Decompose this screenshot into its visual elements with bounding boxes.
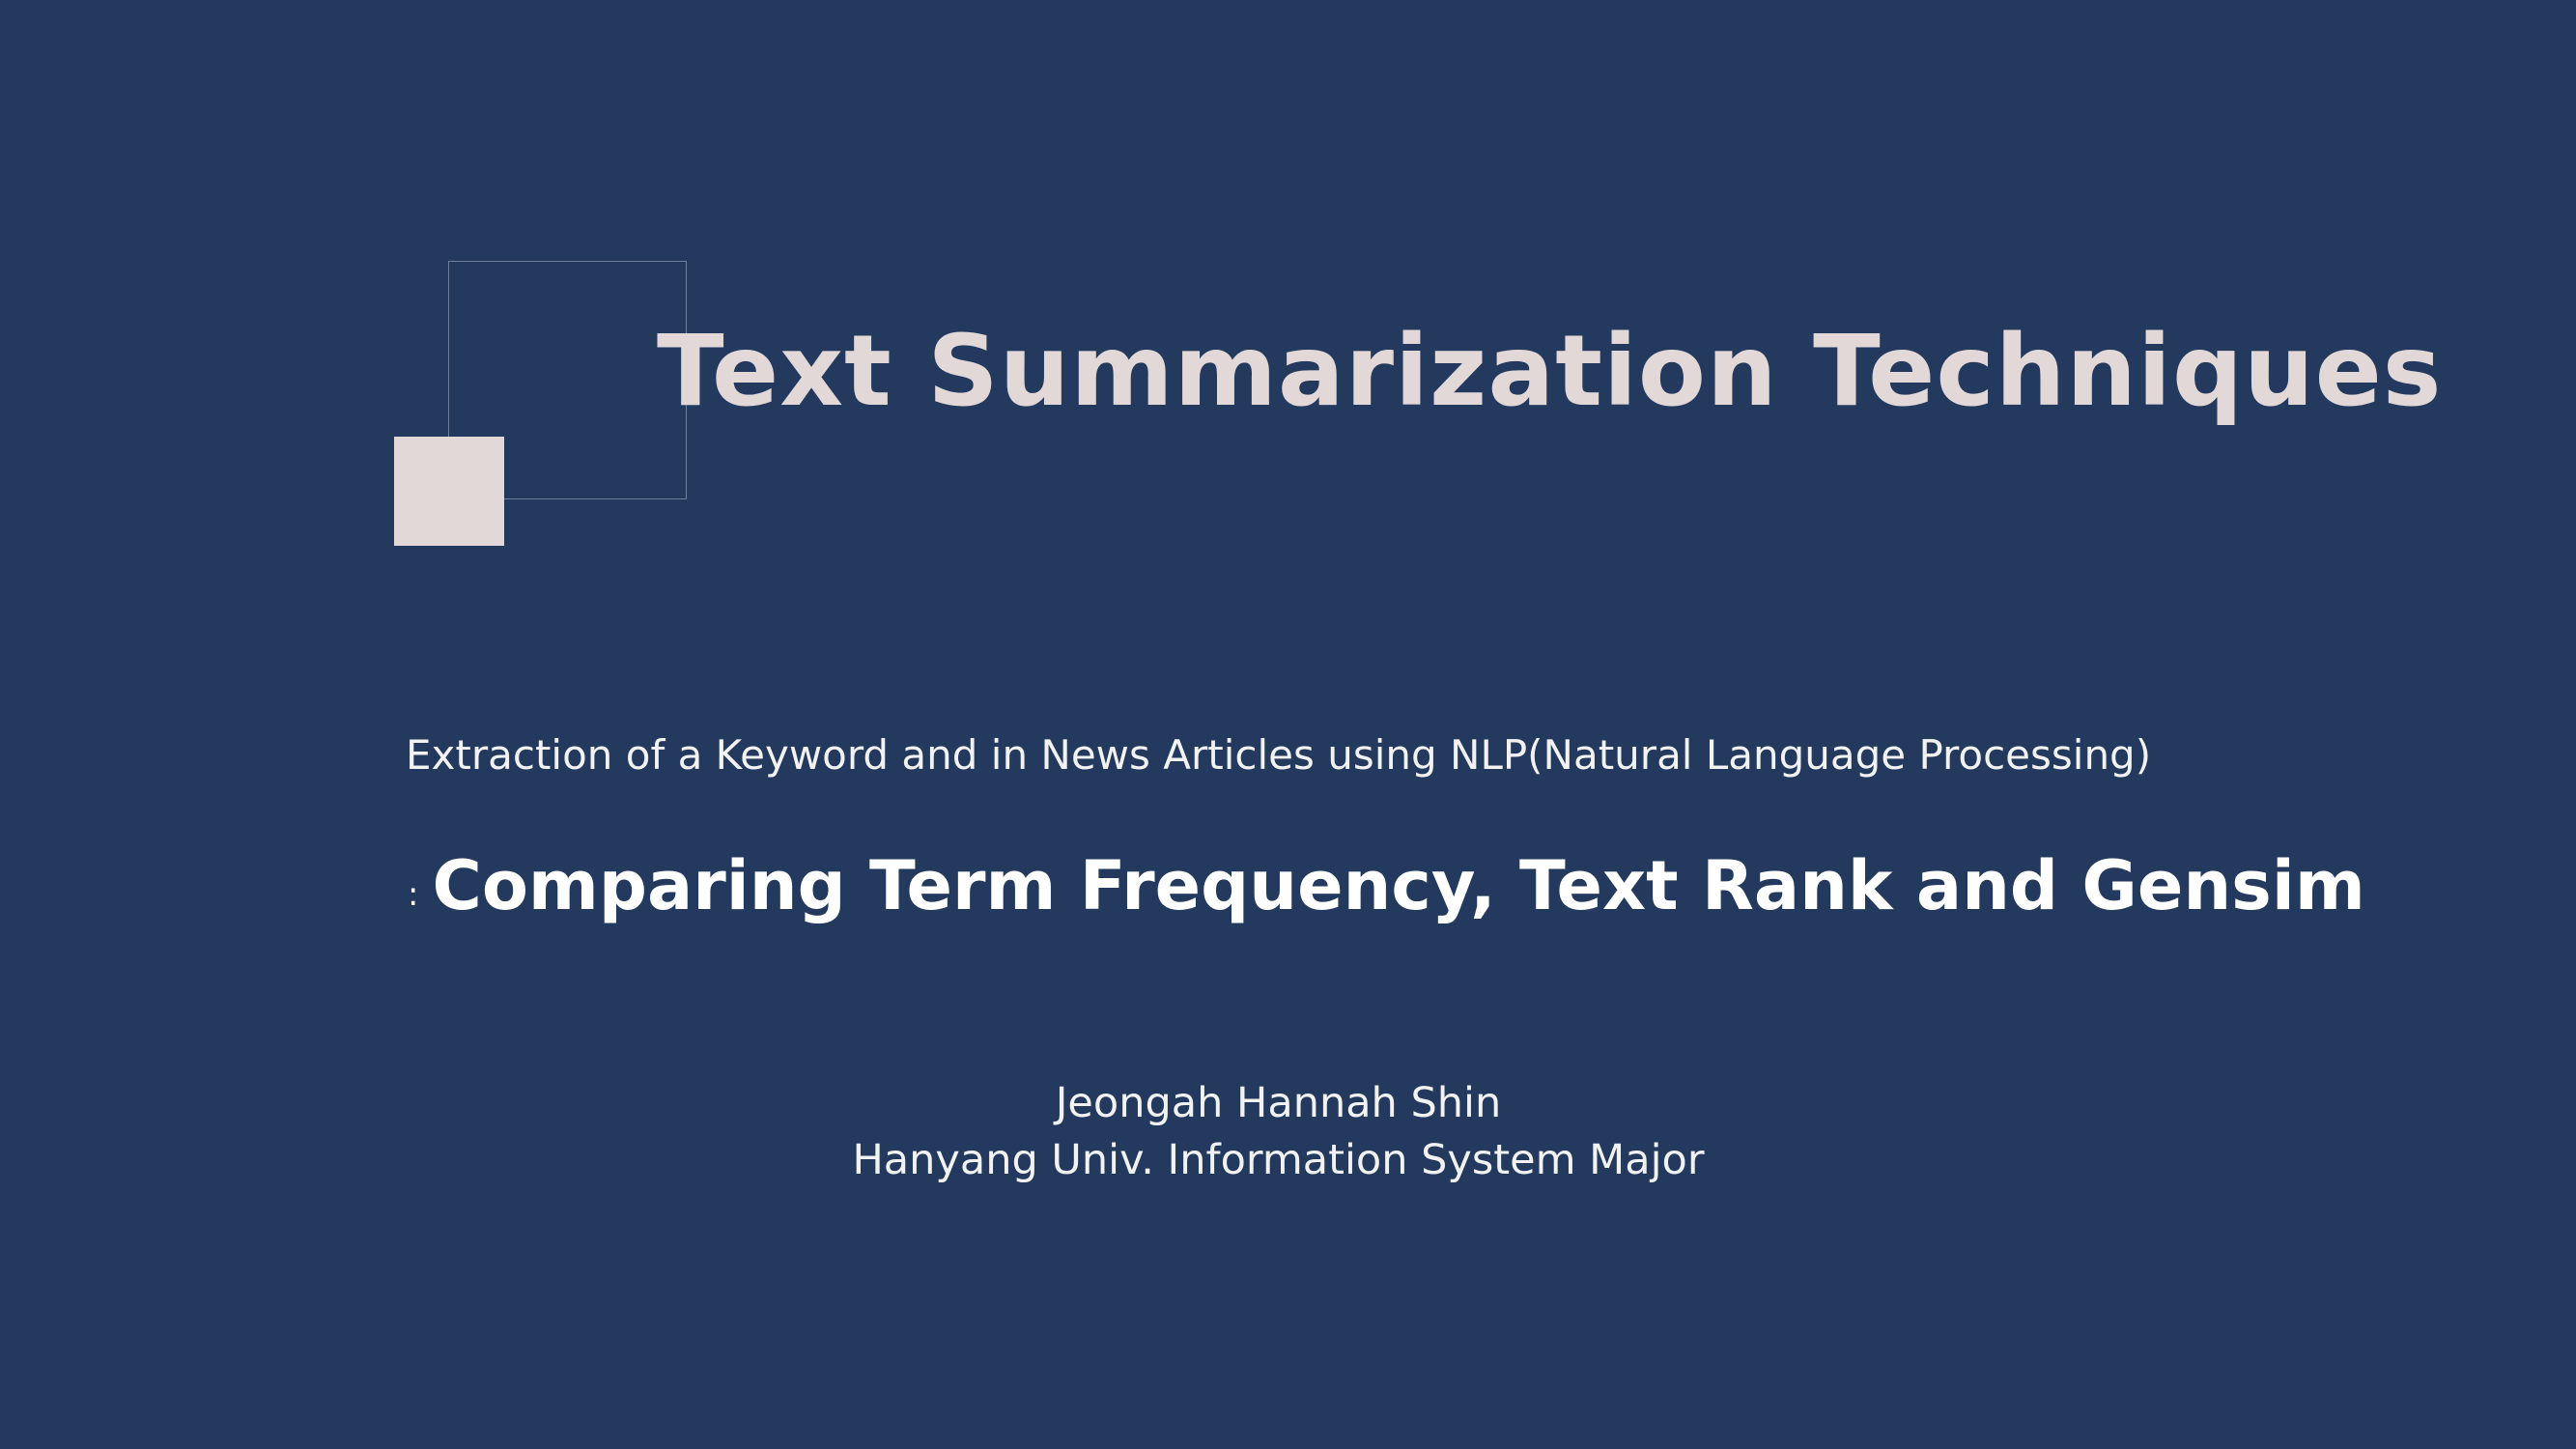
slide-heading: : Comparing Term Frequency, Text Rank and… (408, 842, 2365, 929)
author-affiliation: Hanyang Univ. Information System Major (852, 1136, 1705, 1184)
heading-prefix: : (408, 875, 419, 914)
slide-subtitle: Extraction of a Keyword and in News Arti… (406, 731, 2152, 779)
author-name: Jeongah Hannah Shin (1055, 1079, 1502, 1127)
decorative-filled-square (394, 437, 504, 546)
heading-text: Comparing Term Frequency, Text Rank and … (432, 846, 2365, 925)
slide-title: Text Summarization Techniques (657, 314, 2443, 429)
title-slide: Text Summarization Techniques Extraction… (0, 0, 2576, 1449)
